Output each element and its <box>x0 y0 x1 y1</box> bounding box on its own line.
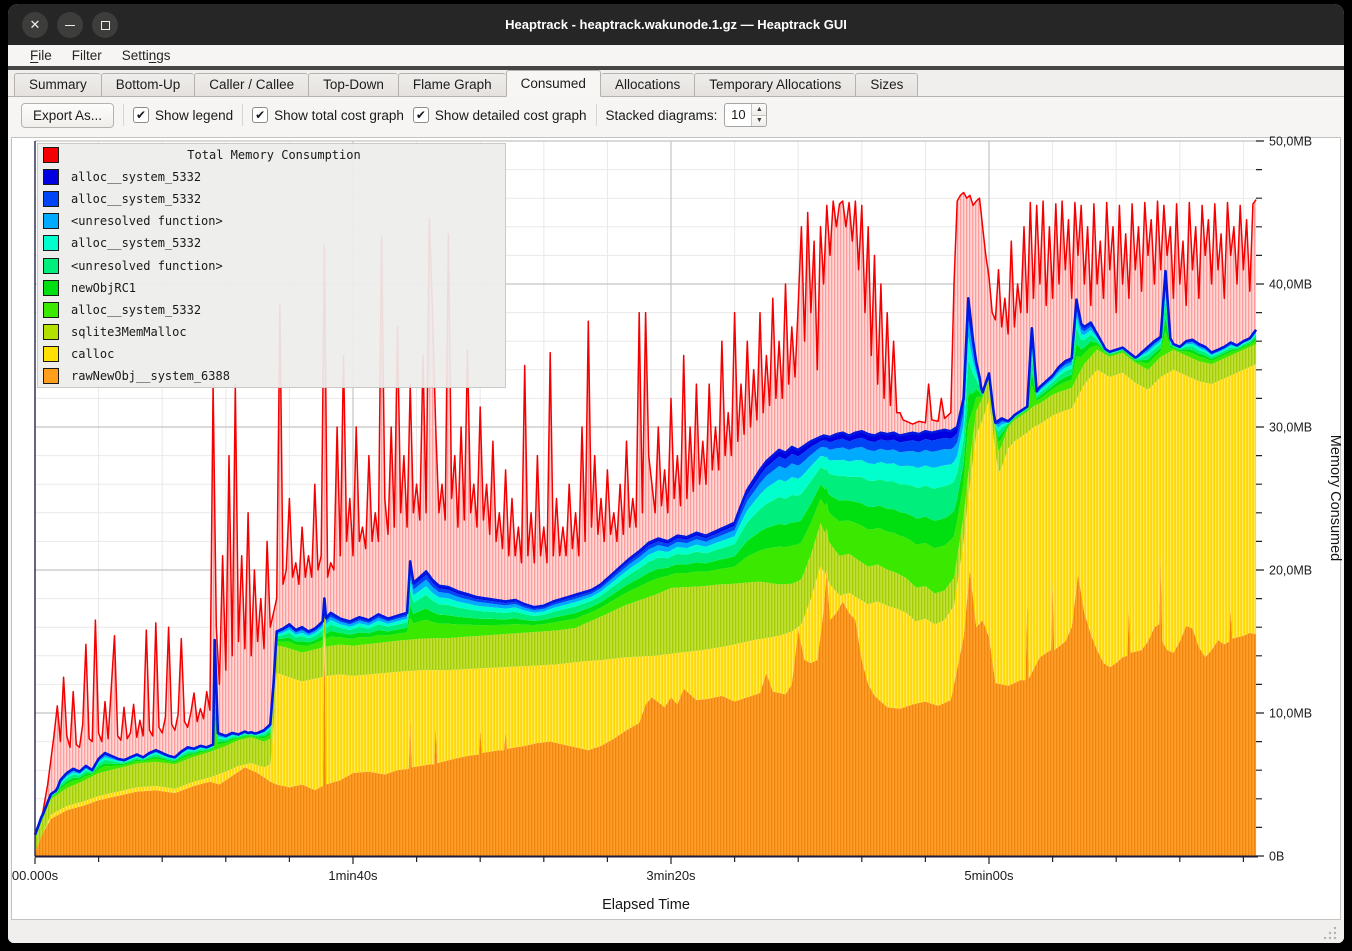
show-legend-label: Show legend <box>155 108 233 123</box>
toolbar-separator <box>123 104 124 126</box>
status-bar <box>8 920 1344 943</box>
legend-label: newObjRC1 <box>71 281 136 295</box>
legend-swatch <box>43 258 59 274</box>
checkbox-check-icon: ✔ <box>252 107 268 123</box>
title-bar: ✕ Heaptrack - heaptrack.wakunode.1.gz — … <box>8 4 1344 45</box>
legend-label: rawNewObj__system_6388 <box>71 369 230 383</box>
legend-label: sqlite3MemMalloc <box>71 325 187 339</box>
stacked-diagrams-label: Stacked diagrams: <box>606 108 718 123</box>
legend-row: sqlite3MemMalloc <box>38 321 505 343</box>
show-detailed-cost-checkbox[interactable]: ✔ Show detailed cost graph <box>413 107 587 123</box>
stacked-diagrams-spinner[interactable]: 10 ▲ ▼ <box>724 103 767 127</box>
legend-row: newObjRC1 <box>38 277 505 299</box>
legend-swatch <box>43 235 59 251</box>
menu-filter[interactable]: Filter <box>62 47 112 64</box>
legend-swatch <box>43 368 59 384</box>
chart-legend: Total Memory Consumption alloc__system_5… <box>37 143 506 388</box>
toolbar-separator <box>242 104 243 126</box>
tab-temporary-allocations[interactable]: Temporary Allocations <box>694 73 855 97</box>
legend-row: alloc__system_5332 <box>38 299 505 321</box>
legend-row: <unresolved function> <box>38 254 505 276</box>
show-total-cost-checkbox[interactable]: ✔ Show total cost graph <box>252 107 404 123</box>
menu-settings[interactable]: Settings <box>112 47 181 64</box>
window-title: Heaptrack - heaptrack.wakunode.1.gz — He… <box>8 4 1344 45</box>
legend-swatch <box>43 213 59 229</box>
legend-label: Total Memory Consumption <box>71 148 477 162</box>
legend-row: rawNewObj__system_6388 <box>38 365 505 387</box>
checkbox-check-icon: ✔ <box>133 107 149 123</box>
legend-row: calloc <box>38 343 505 365</box>
menu-bar: File Filter Settings <box>8 45 1344 66</box>
spinner-down-icon[interactable]: ▼ <box>752 116 766 127</box>
legend-label: alloc__system_5332 <box>71 303 201 317</box>
tab-bottom-up[interactable]: Bottom-Up <box>101 73 195 97</box>
spinner-arrows: ▲ ▼ <box>751 104 766 126</box>
legend-row: alloc__system_5332 <box>38 188 505 210</box>
legend-row-total: Total Memory Consumption <box>38 144 505 166</box>
resize-grip[interactable] <box>1324 926 1337 939</box>
toolbar: Export As... ✔ Show legend ✔ Show total … <box>8 97 1344 133</box>
tab-flame-graph[interactable]: Flame Graph <box>398 73 506 97</box>
tab-consumed[interactable]: Consumed <box>506 70 601 97</box>
legend-label: <unresolved function> <box>71 259 223 273</box>
legend-label: alloc__system_5332 <box>71 236 201 250</box>
legend-label: <unresolved function> <box>71 214 223 228</box>
tab-allocations[interactable]: Allocations <box>601 73 694 97</box>
tab-caller-callee[interactable]: Caller / Callee <box>194 73 308 97</box>
export-as-button[interactable]: Export As... <box>21 103 114 128</box>
checkbox-check-icon: ✔ <box>413 107 429 123</box>
legend-label: alloc__system_5332 <box>71 192 201 206</box>
legend-swatch <box>43 280 59 296</box>
legend-row: alloc__system_5332 <box>38 166 505 188</box>
legend-swatch <box>43 346 59 362</box>
legend-label: alloc__system_5332 <box>71 170 201 184</box>
legend-swatch <box>43 302 59 318</box>
menu-file[interactable]: File <box>20 47 62 64</box>
toolbar-separator <box>596 104 597 126</box>
show-detailed-cost-label: Show detailed cost graph <box>435 108 587 123</box>
legend-swatch <box>43 169 59 185</box>
show-total-cost-label: Show total cost graph <box>274 108 404 123</box>
legend-swatch <box>43 191 59 207</box>
legend-row: alloc__system_5332 <box>38 232 505 254</box>
tab-top-down[interactable]: Top-Down <box>308 73 398 97</box>
legend-row: <unresolved function> <box>38 210 505 232</box>
tab-sizes[interactable]: Sizes <box>855 73 918 97</box>
spinner-value[interactable]: 10 <box>725 104 751 126</box>
tab-summary[interactable]: Summary <box>14 73 101 97</box>
legend-swatch <box>43 324 59 340</box>
legend-label: calloc <box>71 347 114 361</box>
spinner-up-icon[interactable]: ▲ <box>752 104 766 116</box>
legend-swatch <box>43 147 59 163</box>
tab-bar: Summary Bottom-Up Caller / Callee Top-Do… <box>8 70 1344 97</box>
stacked-diagrams-group: Stacked diagrams: 10 ▲ ▼ <box>606 103 768 127</box>
show-legend-checkbox[interactable]: ✔ Show legend <box>133 107 233 123</box>
